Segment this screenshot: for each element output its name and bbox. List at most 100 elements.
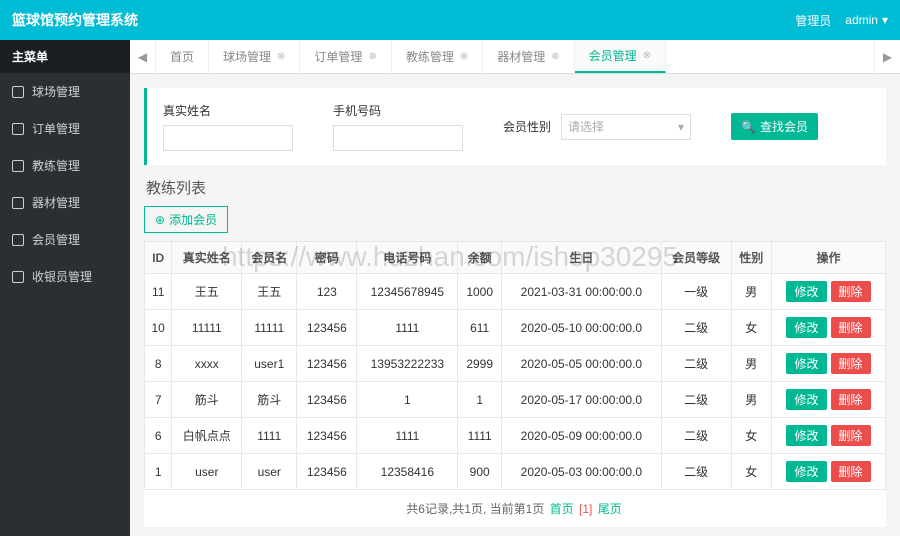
tab-4[interactable]: 器材管理⊗	[483, 40, 574, 73]
cell: 1111	[357, 418, 458, 454]
tab-scroll-right[interactable]: ▶	[874, 40, 900, 73]
cell: 女	[731, 454, 771, 490]
cell: 筋斗	[172, 382, 242, 418]
table-wrap: ID真实姓名会员名密码电话号码余额生日会员等级性别操作 11王五王五123123…	[144, 241, 886, 527]
cell: 王五	[172, 274, 242, 310]
col-header: 操作	[772, 242, 886, 274]
cell: 123456	[297, 310, 357, 346]
delete-button[interactable]: 删除	[831, 461, 871, 482]
gender-placeholder: 请选择	[568, 118, 604, 135]
tab-3[interactable]: 教练管理 ⊗	[392, 40, 483, 73]
phone-input[interactable]	[333, 125, 463, 151]
search-label: 查找会员	[760, 118, 808, 135]
edit-button[interactable]: 修改	[786, 425, 826, 446]
sidebar-item-4[interactable]: 会员管理	[0, 221, 130, 258]
cell: 二级	[661, 346, 731, 382]
gender-select[interactable]: 请选择 ▾	[561, 114, 691, 140]
cell: 1000	[458, 274, 502, 310]
ops-cell: 修改删除	[772, 274, 886, 310]
pager-first[interactable]: 首页	[550, 502, 574, 516]
menu-icon	[12, 234, 24, 246]
cell: 二级	[661, 382, 731, 418]
main: ◀ 首页球场管理⊗订单管理⊗教练管理⊗器材管理⊗会员管理⊗ ▶ 真实姓名 手机号…	[130, 40, 900, 536]
edit-button[interactable]: 修改	[786, 353, 826, 374]
cell: 1111	[357, 310, 458, 346]
cell: user1	[242, 346, 297, 382]
cell: 123456	[297, 454, 357, 490]
role-label[interactable]: 管理员	[795, 12, 831, 29]
user-dropdown[interactable]: admin▾	[845, 13, 888, 27]
edit-button[interactable]: 修改	[786, 281, 826, 302]
topbar: 篮球馆预约管理系统 管理员 admin▾	[0, 0, 900, 40]
close-icon[interactable]: ⊗	[460, 51, 468, 62]
ops-cell: 修改删除	[772, 382, 886, 418]
sidebar-item-3[interactable]: 器材管理	[0, 184, 130, 221]
cell: 女	[731, 418, 771, 454]
edit-button[interactable]: 修改	[786, 389, 826, 410]
table-row: 7筋斗筋斗123456112020-05-17 00:00:00.0二级男修改删…	[145, 382, 886, 418]
cell: 白帆点点	[172, 418, 242, 454]
content: 真实姓名 手机号码 会员性别 请选择 ▾	[130, 74, 900, 536]
cell: 2020-05-09 00:00:00.0	[502, 418, 662, 454]
add-member-button[interactable]: ⊕ 添加会员	[144, 206, 228, 233]
cell: 2020-05-17 00:00:00.0	[502, 382, 662, 418]
tab-1[interactable]: 球场管理⊗	[209, 40, 300, 73]
add-label: 添加会员	[169, 211, 217, 228]
pager-last[interactable]: 尾页	[598, 502, 622, 516]
sidebar-item-0[interactable]: 球场管理	[0, 73, 130, 110]
cell: 900	[458, 454, 502, 490]
cell: 2020-05-05 00:00:00.0	[502, 346, 662, 382]
gender-label: 会员性别	[503, 118, 551, 135]
col-header: 会员等级	[661, 242, 731, 274]
cell: 1	[145, 454, 172, 490]
col-header: 余额	[458, 242, 502, 274]
edit-button[interactable]: 修改	[786, 461, 826, 482]
table-row: 8xxxxuser11234561395322223329992020-05-0…	[145, 346, 886, 382]
close-icon[interactable]: ⊗	[643, 50, 651, 61]
search-icon: 🔍	[741, 120, 756, 134]
cell: 男	[731, 346, 771, 382]
col-header: 生日	[502, 242, 662, 274]
cell: 2021-03-31 00:00:00.0	[502, 274, 662, 310]
sidebar: 主菜单 球场管理订单管理教练管理器材管理会员管理收银员管理	[0, 40, 130, 536]
cell: 2999	[458, 346, 502, 382]
cell: 611	[458, 310, 502, 346]
delete-button[interactable]: 删除	[831, 425, 871, 446]
tab-label: 教练管理	[406, 48, 454, 65]
ops-cell: 修改删除	[772, 310, 886, 346]
tab-0[interactable]: 首页	[156, 40, 209, 73]
close-icon[interactable]: ⊗	[551, 51, 559, 62]
cell: 筋斗	[242, 382, 297, 418]
edit-button[interactable]: 修改	[786, 317, 826, 338]
cell: 11111	[242, 310, 297, 346]
cell: 王五	[242, 274, 297, 310]
sidebar-item-label: 收银员管理	[32, 268, 92, 285]
section-title: 教练列表	[146, 177, 884, 198]
sidebar-item-1[interactable]: 订单管理	[0, 110, 130, 147]
tab-scroll-left[interactable]: ◀	[130, 40, 156, 73]
ops-cell: 修改删除	[772, 346, 886, 382]
cell: 12358416	[357, 454, 458, 490]
sidebar-item-2[interactable]: 教练管理	[0, 147, 130, 184]
close-icon[interactable]: ⊗	[368, 51, 376, 62]
delete-button[interactable]: 删除	[831, 317, 871, 338]
cell: 13953222233	[357, 346, 458, 382]
pager-current: [1]	[579, 502, 592, 516]
delete-button[interactable]: 删除	[831, 281, 871, 302]
search-button[interactable]: 🔍 查找会员	[731, 113, 818, 140]
delete-button[interactable]: 删除	[831, 389, 871, 410]
menu-icon	[12, 271, 24, 283]
sidebar-item-label: 教练管理	[32, 157, 80, 174]
name-input[interactable]	[163, 125, 293, 151]
close-icon[interactable]: ⊗	[277, 51, 285, 62]
tab-2[interactable]: 订单管理⊗	[300, 40, 391, 73]
cell: 2020-05-10 00:00:00.0	[502, 310, 662, 346]
cell: 123	[297, 274, 357, 310]
tab-5[interactable]: 会员管理⊗	[575, 40, 666, 73]
delete-button[interactable]: 删除	[831, 353, 871, 374]
cell: 二级	[661, 310, 731, 346]
cell: 女	[731, 310, 771, 346]
cell: 12345678945	[357, 274, 458, 310]
sidebar-item-5[interactable]: 收银员管理	[0, 258, 130, 295]
cell: 10	[145, 310, 172, 346]
